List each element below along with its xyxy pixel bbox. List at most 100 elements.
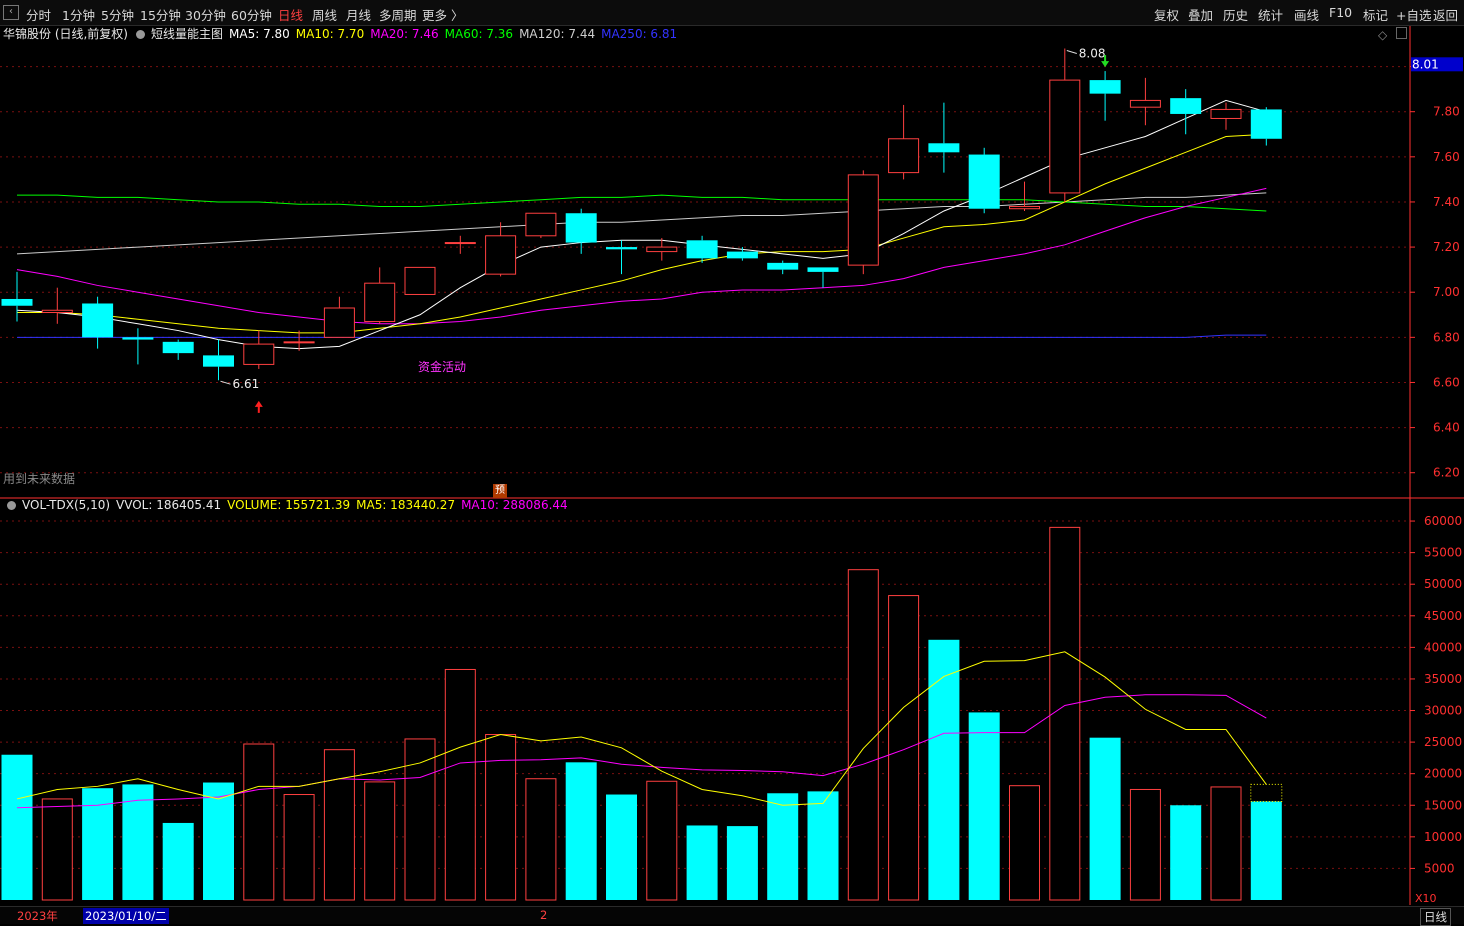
volume-bar-up xyxy=(1210,786,1242,901)
period-label[interactable]: 日线 xyxy=(1420,908,1451,926)
volume-tick-label: 30000 xyxy=(1424,704,1462,718)
candle-down xyxy=(1089,80,1121,94)
volume-bar-up xyxy=(323,749,355,901)
future-data-note: 用到未来数据 xyxy=(3,472,76,486)
stock-chart[interactable]: 6.206.406.606.807.007.207.407.607.808.00… xyxy=(0,0,1464,923)
volume-bar-up xyxy=(1049,526,1081,901)
volume-bar-up xyxy=(41,798,73,901)
preview-badge[interactable]: 预 xyxy=(493,484,507,498)
cursor-date: 2023/01/10/二 xyxy=(83,908,169,924)
month-label: 2 xyxy=(540,908,548,922)
volume-tick-label: 55000 xyxy=(1424,546,1462,560)
candle-up xyxy=(404,266,436,295)
volume-bar-down xyxy=(726,826,758,900)
candle-up xyxy=(283,341,315,344)
volume-bar-down xyxy=(767,793,799,900)
volume-bar-up xyxy=(525,778,557,901)
candle-down xyxy=(122,337,154,340)
candle-down xyxy=(1170,98,1202,114)
price-tick-label: 7.20 xyxy=(1433,240,1460,254)
volume-bar-up xyxy=(364,781,396,901)
volume-multiplier-label: X10 xyxy=(1415,892,1437,905)
ma60-line xyxy=(17,194,1267,212)
volume-tick-label: 40000 xyxy=(1424,640,1462,654)
candle-up xyxy=(41,309,73,314)
volume-bar-up xyxy=(283,794,315,901)
volume-bar-down xyxy=(928,639,960,900)
candle-up xyxy=(243,343,275,365)
candle-down xyxy=(686,240,718,259)
price-tick-label: 7.00 xyxy=(1433,285,1460,299)
candle-down xyxy=(726,251,758,259)
volume-bar-up xyxy=(1129,788,1161,901)
price-tick-label: 6.20 xyxy=(1433,466,1460,480)
candle-up xyxy=(525,212,557,237)
candle-up xyxy=(1049,79,1081,194)
low-price-label: 6.61 xyxy=(233,377,260,391)
date-axis-bar: 2023年 2023/01/10/二 2 日线 xyxy=(0,906,1464,926)
candle-down xyxy=(82,303,114,338)
volume-bar-up xyxy=(243,743,275,901)
candle-down xyxy=(1250,109,1282,139)
candle-up xyxy=(1210,108,1242,119)
volume-bar-up xyxy=(1009,785,1040,901)
candle-down xyxy=(565,213,597,243)
volume-tick-label: 5000 xyxy=(1424,861,1455,875)
price-tick-label: 7.80 xyxy=(1433,105,1460,119)
buy-arrow-icon xyxy=(254,400,263,413)
price-tick-label: 7.40 xyxy=(1433,195,1460,209)
candle-down xyxy=(928,143,960,153)
price-tick-label: 7.60 xyxy=(1433,150,1460,164)
volume-forecast-box xyxy=(1250,783,1283,802)
volume-bar-up xyxy=(485,734,517,901)
candle-down xyxy=(807,267,839,272)
volume-tick-label: 45000 xyxy=(1424,609,1462,623)
volume-tick-label: 60000 xyxy=(1424,514,1462,528)
volume-bar-down xyxy=(968,712,1000,900)
volume-bar-up xyxy=(444,668,476,901)
candle-up xyxy=(444,242,476,245)
candle-up xyxy=(364,282,396,323)
volume-bar-down xyxy=(1170,805,1202,900)
volume-bar-down xyxy=(203,782,234,900)
year-label: 2023年 xyxy=(17,909,58,923)
volume-bar-down xyxy=(1089,737,1121,900)
volume-bar-down xyxy=(807,791,839,900)
price-tick-label: 6.80 xyxy=(1433,330,1460,344)
volume-tick-label: 20000 xyxy=(1424,767,1462,781)
volume-bar-up xyxy=(888,595,920,901)
fund-activity-label: 资金活动 xyxy=(418,360,467,374)
candle-down xyxy=(968,154,1000,209)
candle-down xyxy=(162,341,194,354)
volume-bar-down xyxy=(606,794,637,900)
ma20-line xyxy=(16,187,1267,325)
volume-tick-label: 10000 xyxy=(1424,830,1462,844)
candle-up xyxy=(646,246,678,253)
candle-up xyxy=(1129,99,1161,108)
volume-tick-label: 50000 xyxy=(1424,577,1462,591)
volume-bar-down xyxy=(1250,801,1282,900)
candle-up xyxy=(485,235,517,275)
volume-bar-down xyxy=(162,822,194,900)
candle-up xyxy=(847,174,879,266)
candle-up xyxy=(888,138,920,174)
volume-bar-up xyxy=(646,780,678,901)
candle-up xyxy=(323,307,355,338)
price-tick-label: 6.40 xyxy=(1433,421,1460,435)
high-pointer xyxy=(1066,50,1077,54)
volume-bar-down xyxy=(1,754,33,900)
volume-bar-up xyxy=(847,569,879,901)
candle-up xyxy=(1009,205,1040,210)
price-tick-label: 6.60 xyxy=(1433,375,1460,389)
candle-down xyxy=(767,262,799,270)
candle-down xyxy=(606,247,637,250)
candle-down xyxy=(1,298,33,306)
volume-bar-down xyxy=(565,762,597,900)
volume-bar-down xyxy=(686,825,718,900)
high-price-label: 8.08 xyxy=(1079,47,1106,61)
volume-tick-label: 15000 xyxy=(1424,798,1462,812)
candle-down xyxy=(203,355,234,367)
current-price-tag: 8.01 xyxy=(1412,57,1439,71)
volume-tick-label: 35000 xyxy=(1424,672,1462,686)
volume-tick-label: 25000 xyxy=(1424,735,1462,749)
